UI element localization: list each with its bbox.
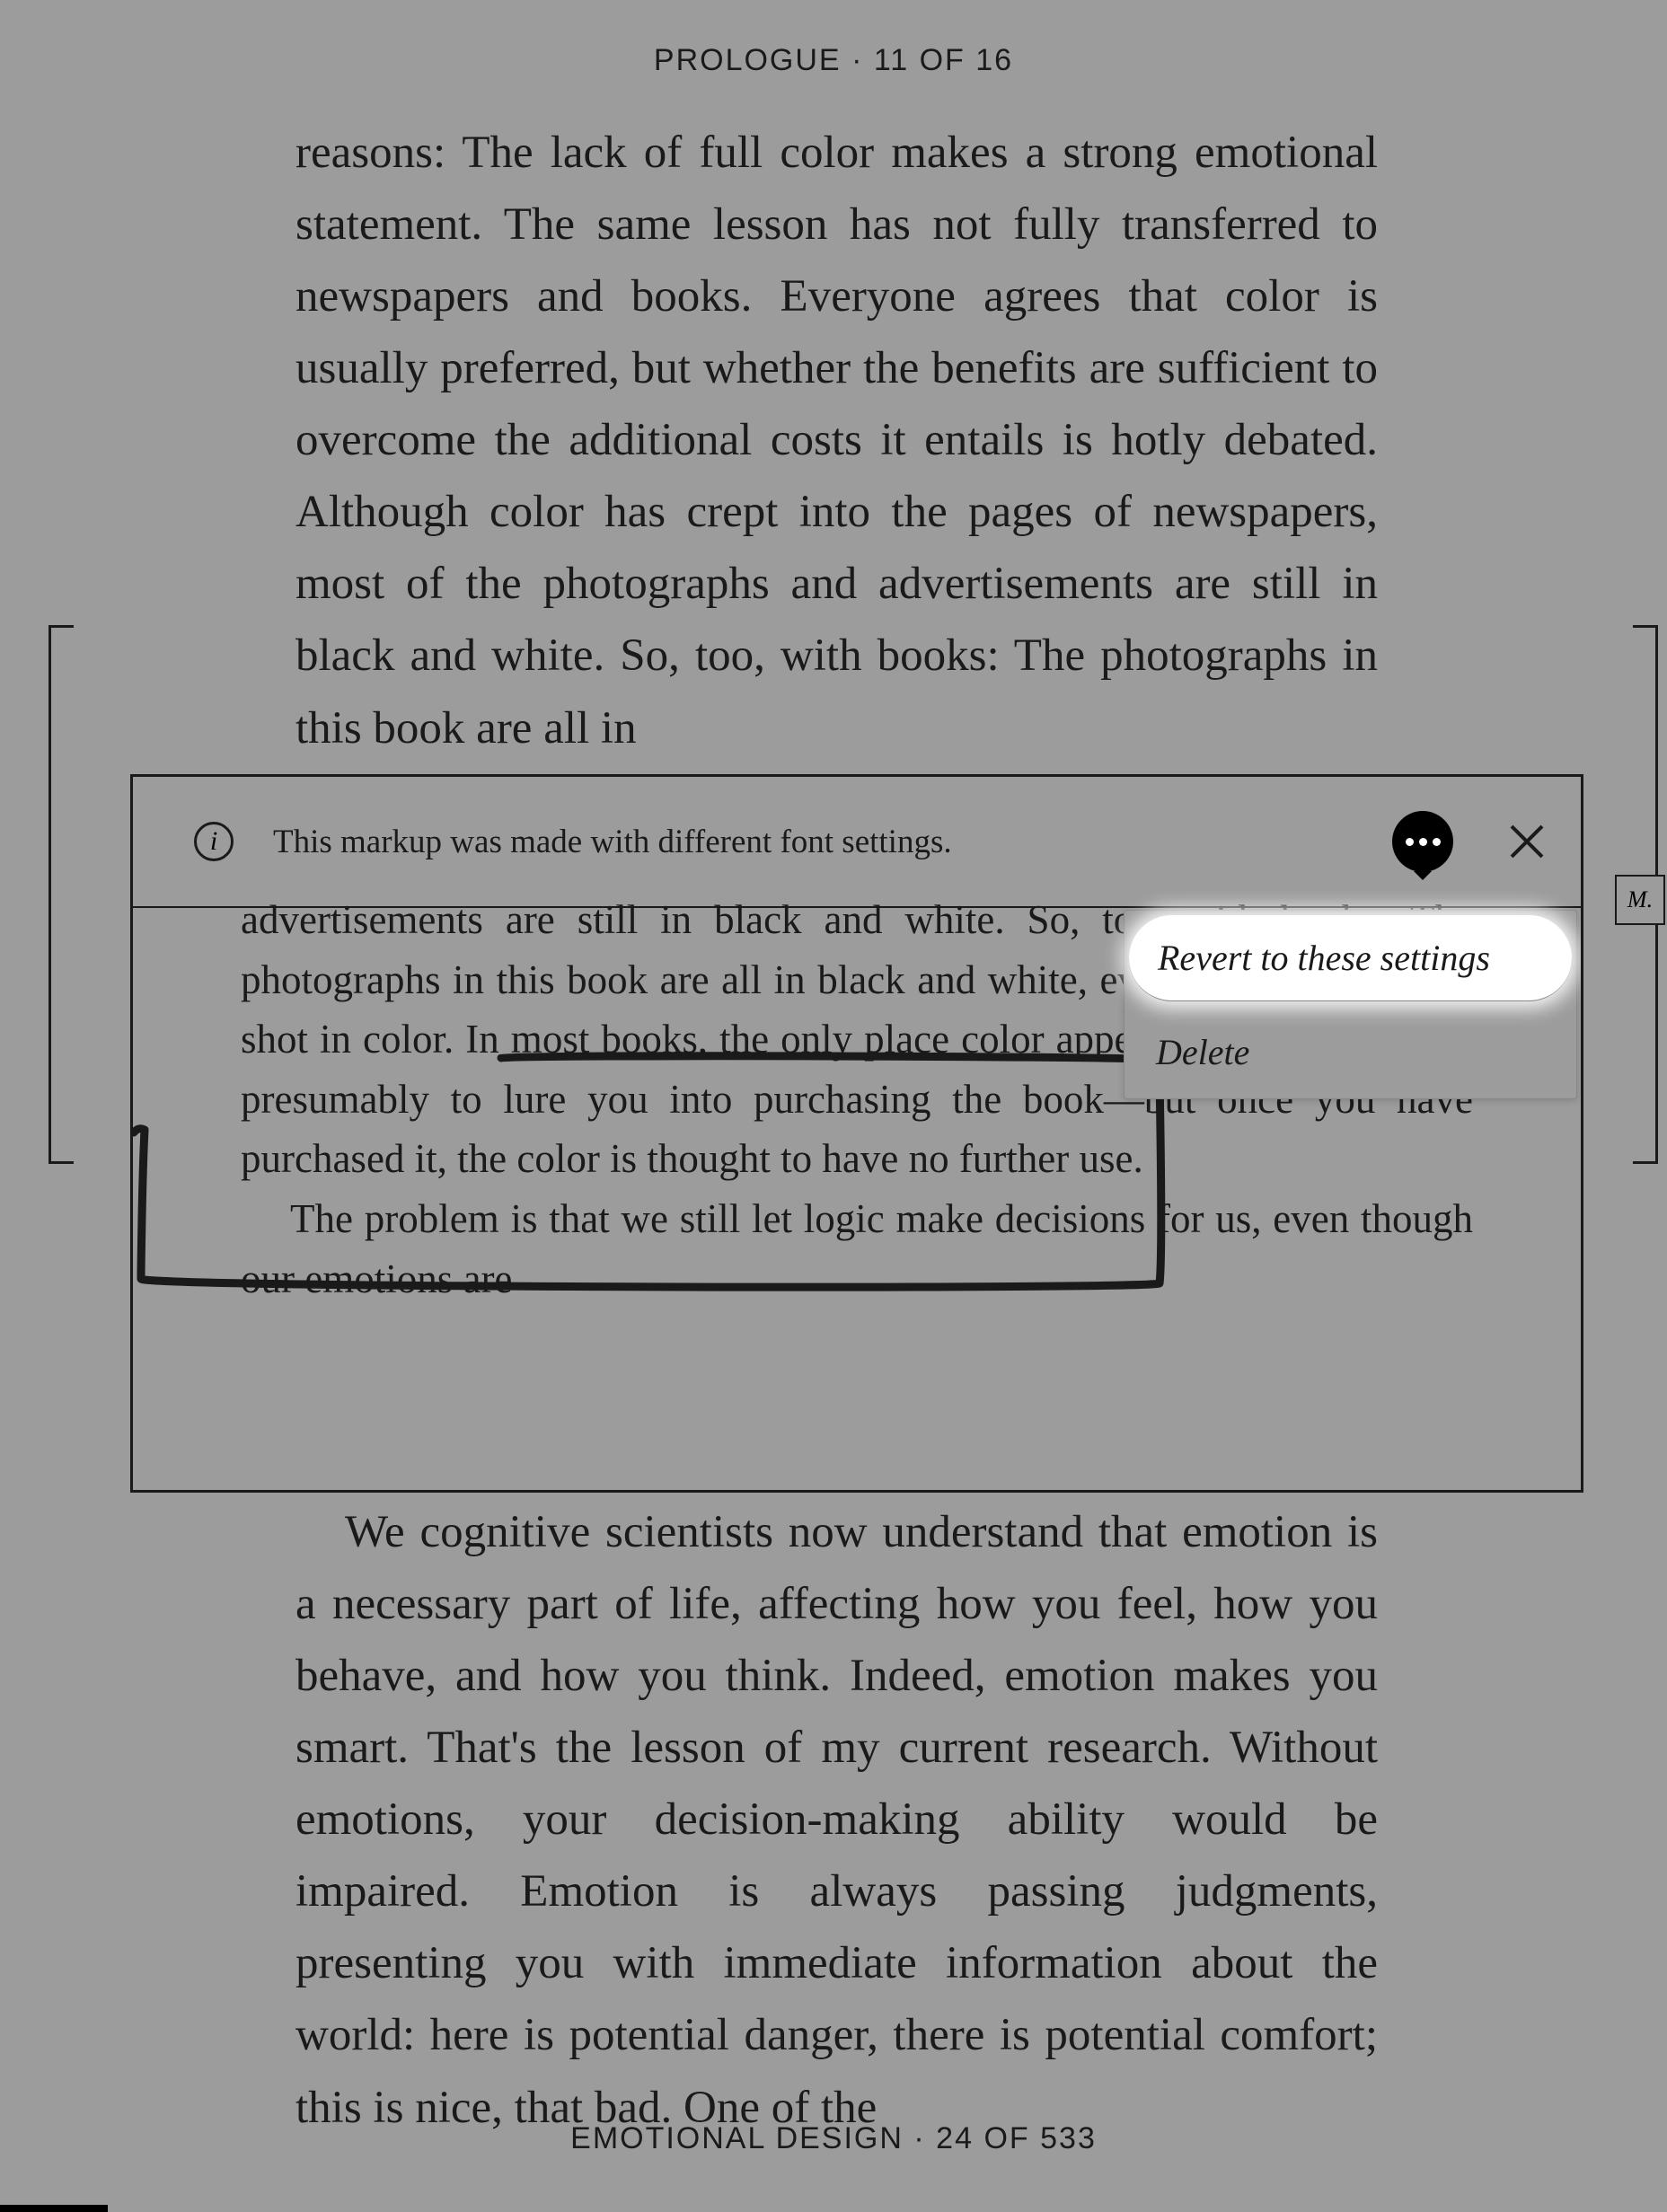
markup-options-menu: Revert to these settings Delete [1124,910,1577,1099]
chapter-label: PROLOGUE [654,43,842,77]
of-label: OF [920,43,976,77]
chapter-page-current: 11 [874,43,909,77]
markup-info-message: This markup was made with different font… [273,823,1392,861]
markup-preview-panel: i This markup was made with different fo… [130,774,1583,1493]
ellipsis-icon [1406,838,1441,846]
book-page-total: 533 [1040,2121,1097,2155]
delete-markup-button[interactable]: Delete [1125,1006,1576,1098]
page-footer: EMOTIONAL DESIGN · 24 OF 533 [0,2121,1667,2156]
more-options-button[interactable] [1392,811,1453,872]
book-page-current: 24 [936,2121,974,2155]
paragraph-lower: We cognitive scientists now understand t… [295,1496,1378,2144]
revert-settings-button[interactable]: Revert to these settings [1129,915,1572,1001]
page-header: PROLOGUE · 11 OF 16 [0,0,1667,78]
markup-paragraph-2: The problem is that we still let logic m… [241,1189,1473,1309]
markup-header-bar: i This markup was made with different fo… [133,777,1581,908]
paragraph-1: reasons: The lack of full color makes a … [295,117,1378,764]
separator: · [913,2121,925,2155]
book-title: EMOTIONAL DESIGN [570,2121,904,2155]
info-icon: i [194,822,234,861]
lower-reading-text[interactable]: We cognitive scientists now understand t… [295,1496,1378,2144]
close-button[interactable] [1509,824,1545,859]
separator: · [851,43,863,77]
chapter-page-total: 16 [975,43,1013,77]
selection-bracket-left [49,625,74,1164]
signature-badge[interactable]: M. [1615,875,1665,925]
progress-indicator [0,2205,108,2212]
of-label: OF [983,2121,1040,2155]
main-reading-text[interactable]: reasons: The lack of full color makes a … [295,117,1378,764]
